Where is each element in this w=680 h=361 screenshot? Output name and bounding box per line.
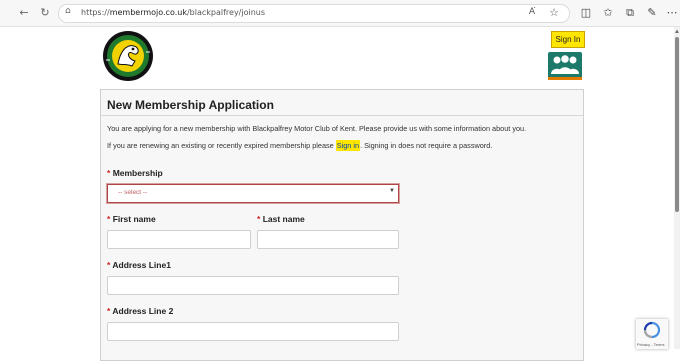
intro-text: You are applying for a new membership wi… [107, 124, 527, 133]
scroll-up-arrow[interactable]: ▲ [674, 29, 680, 35]
last-name-label: * Last name [257, 214, 305, 224]
address-bar[interactable]: ⌂ https://membermojo.co.uk/blackpalfrey/… [58, 4, 570, 23]
required-marker: * [107, 306, 111, 316]
first-name-label: * First name [107, 214, 156, 224]
club-logo[interactable] [102, 30, 154, 82]
address-line1-input[interactable] [107, 276, 399, 295]
favorite-star-icon[interactable]: ☆ [549, 6, 559, 19]
url-text: https://membermojo.co.uk/blackpalfrey/jo… [81, 8, 266, 17]
form-title: New Membership Application [107, 98, 274, 112]
renew-text-before: If you are renewing an existing or recen… [107, 141, 336, 150]
title-divider [101, 115, 583, 116]
required-marker: * [107, 214, 111, 224]
renew-text-after: . Signing in does not require a password… [360, 141, 493, 150]
scroll-thumb[interactable] [675, 37, 679, 212]
required-marker: * [107, 168, 111, 178]
read-aloud-icon[interactable]: A͘ [529, 7, 535, 17]
sign-in-button[interactable]: Sign In [551, 31, 585, 48]
page-scrollbar[interactable]: ▲ [674, 27, 680, 349]
lock-icon[interactable]: ⌂ [65, 6, 71, 16]
recaptcha-footer[interactable]: Privacy - Terms [637, 342, 664, 347]
renew-text: If you are renewing an existing or recen… [107, 140, 493, 151]
first-name-input[interactable] [107, 230, 251, 249]
refresh-icon[interactable]: ↻ [38, 6, 52, 20]
address-line2-label: * Address Line 2 [107, 306, 174, 316]
extensions-icon[interactable]: ✎ [644, 5, 660, 21]
address-line2-input[interactable] [107, 322, 399, 341]
last-name-input[interactable] [257, 230, 399, 249]
membership-label: * Membership [107, 168, 163, 178]
chevron-down-icon: ▼ [389, 188, 395, 194]
address-line1-label: * Address Line1 [107, 260, 171, 270]
required-marker: * [107, 260, 111, 270]
collections-icon[interactable]: ⧉ [622, 5, 638, 21]
more-icon[interactable]: ⋯ [664, 5, 680, 21]
sign-in-link[interactable]: Sign in [335, 140, 361, 151]
split-screen-icon[interactable]: ◫ [578, 5, 594, 21]
browser-toolbar: ← ↻ ⌂ https://membermojo.co.uk/blackpalf… [0, 0, 680, 27]
membership-form-panel: New Membership Application You are apply… [100, 89, 584, 361]
back-icon[interactable]: ← [17, 6, 31, 20]
members-group-icon [548, 52, 582, 80]
recaptcha-icon [643, 321, 661, 339]
membership-placeholder: -- select -- [118, 189, 148, 196]
favorites-icon[interactable]: ✩ [600, 5, 616, 21]
membership-select[interactable]: -- select -- ▼ [107, 184, 399, 203]
required-marker: * [257, 214, 261, 224]
recaptcha-badge[interactable]: Privacy - Terms [636, 319, 668, 349]
